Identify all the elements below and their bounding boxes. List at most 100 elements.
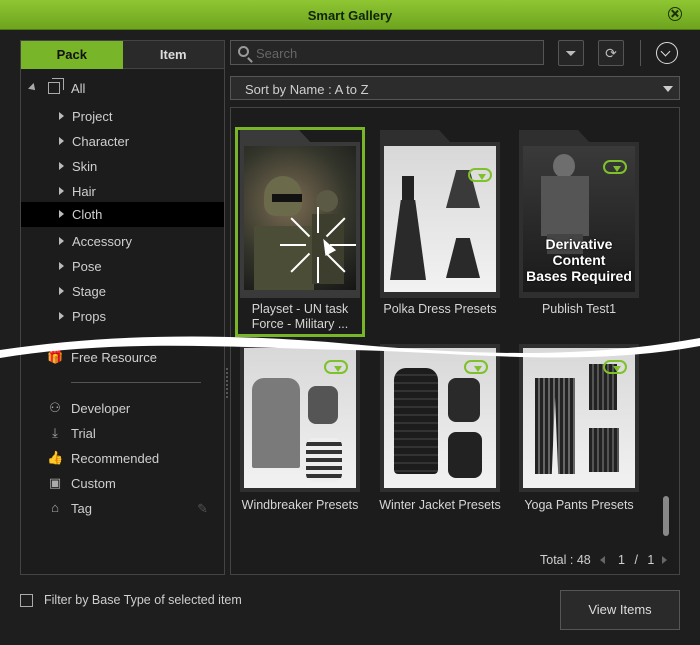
tree-item-character[interactable]: Character <box>21 129 224 154</box>
tree-item-label: Skin <box>72 159 98 174</box>
tree-item-label: Character <box>72 134 130 149</box>
sidebar-item-trial[interactable]: ⤓ Trial <box>21 423 224 445</box>
thumbnail-image <box>244 348 356 488</box>
page-total: 1 <box>647 553 655 567</box>
sidebar-item-label: Trial <box>71 426 96 441</box>
close-icon[interactable] <box>668 7 682 21</box>
tree-item-project[interactable]: Project <box>21 104 224 129</box>
edit-pencil-icon[interactable]: ✎ <box>197 501 208 517</box>
gallery-item-caption: Windbreaker Presets <box>234 498 366 513</box>
thumbnail-image <box>384 146 496 292</box>
gallery-item-caption: Polka Dress Presets <box>374 302 506 317</box>
sidebar-item-label: Tag <box>71 501 92 516</box>
toolbar-separator <box>640 40 641 66</box>
sidebar-item-label: Custom <box>71 476 116 491</box>
tree-item-label: Project <box>72 109 113 124</box>
filter-icon: ⏷ <box>565 45 577 61</box>
caption-line: Yoga Pants Presets <box>524 498 634 512</box>
tree-root-all[interactable]: All <box>21 78 224 99</box>
thumbnail-image <box>523 348 635 488</box>
sidebar-item-tag[interactable]: ⌂ Tag ✎ <box>21 498 224 520</box>
view-items-button[interactable]: View Items <box>560 590 680 630</box>
tree-item-stage[interactable]: Stage <box>21 279 224 304</box>
caption-line: Polka Dress Presets <box>383 302 497 316</box>
gallery-item-caption: Winter Jacket Presets <box>374 498 506 513</box>
tag-icon: ⌂ <box>51 500 59 515</box>
search-field[interactable]: Search <box>230 40 544 65</box>
category-panel: Pack Item All Project Character Skin Hai… <box>20 40 225 575</box>
tree-item-props[interactable]: Props <box>21 304 224 329</box>
tree-item-cloth[interactable]: Cloth <box>21 202 224 227</box>
tree-item-accessory[interactable]: Accessory <box>21 229 224 254</box>
expand-triangle-icon[interactable] <box>59 287 64 295</box>
gallery-scrollbar[interactable] <box>663 496 669 536</box>
filter-label: Filter by Base Type of selected item <box>44 593 242 607</box>
expand-triangle-icon[interactable] <box>59 112 64 120</box>
tree-root-label: All <box>71 81 86 96</box>
caption-line: Publish Test1 <box>541 302 617 316</box>
derivative-notice: Derivative Content Bases Required <box>523 236 635 284</box>
expand-triangle-icon[interactable] <box>59 187 64 195</box>
caption-line: Windbreaker Presets <box>241 498 359 512</box>
next-page-icon[interactable] <box>662 556 667 564</box>
filter-button[interactable]: ⏷ <box>558 40 584 66</box>
filter-checkbox[interactable] <box>20 594 33 607</box>
expand-triangle-icon[interactable] <box>59 237 64 245</box>
custom-icon: ▣ <box>48 475 62 490</box>
download-cloud-icon <box>324 360 348 374</box>
expand-triangle-icon[interactable] <box>59 312 64 320</box>
sort-label: Sort by Name : A to Z <box>245 82 369 97</box>
page-indicator: 1 / 1 <box>618 553 654 567</box>
page-current: 1 <box>618 553 625 567</box>
tree-item-hair[interactable]: Hair <box>21 179 224 204</box>
refresh-button[interactable]: ⟳ <box>598 40 624 66</box>
tree-item-label: Props <box>72 309 106 324</box>
sort-dropdown[interactable]: Sort by Name : A to Z <box>230 76 680 100</box>
expand-menu-icon[interactable] <box>656 42 678 64</box>
tree-item-label: Pose <box>72 259 102 274</box>
download-cloud-icon <box>603 360 627 374</box>
divider <box>71 382 201 383</box>
expand-triangle-icon[interactable] <box>59 162 64 170</box>
expand-triangle-icon[interactable] <box>59 137 64 145</box>
refresh-icon: ⟳ <box>605 45 617 61</box>
sidebar-item-label: Developer <box>71 401 131 416</box>
thumbnail-image <box>384 348 496 488</box>
all-items-icon <box>48 78 64 94</box>
tree-item-label: Hair <box>72 184 96 199</box>
gallery-item-caption: Yoga Pants Presets <box>513 498 645 513</box>
tree-item-label: Cloth <box>72 207 103 222</box>
tree-item-label: Accessory <box>72 234 132 249</box>
tab-pack[interactable]: Pack <box>21 41 123 69</box>
trial-icon: ⤓ <box>52 425 58 440</box>
sidebar-item-recommended[interactable]: 👍 Recommended <box>21 448 224 470</box>
gallery-item-caption: Publish Test1 <box>513 302 645 317</box>
title-bar: Smart Gallery <box>0 0 700 30</box>
sidebar-item-custom[interactable]: ▣ Custom <box>21 473 224 495</box>
search-icon <box>238 46 249 57</box>
tab-item[interactable]: Item <box>122 41 224 69</box>
download-cloud-icon <box>468 168 492 182</box>
search-placeholder: Search <box>256 46 298 61</box>
developer-icon: ⚇ <box>49 400 61 415</box>
download-cloud-icon <box>464 360 488 374</box>
page-separator: / <box>634 553 638 567</box>
tab-bar: Pack Item <box>21 41 224 69</box>
notice-line: Derivative Content <box>545 236 613 268</box>
tree-item-label: Stage <box>72 284 106 299</box>
sidebar-item-developer[interactable]: ⚇ Developer <box>21 398 224 420</box>
expand-arrow-icon[interactable] <box>28 83 38 93</box>
thumbnail-image: Derivative Content Bases Required <box>523 146 635 292</box>
expand-triangle-icon[interactable] <box>59 262 64 270</box>
window-title: Smart Gallery <box>307 8 393 23</box>
download-cloud-icon <box>603 160 627 174</box>
prev-page-icon[interactable] <box>600 556 605 564</box>
thumbs-up-icon: 👍 <box>47 450 64 465</box>
expand-triangle-icon[interactable] <box>59 210 64 218</box>
notice-line: Bases Required <box>526 268 632 284</box>
cut-wave-divider <box>0 336 700 358</box>
tree-item-skin[interactable]: Skin <box>21 154 224 179</box>
chevron-down-icon <box>663 86 673 92</box>
tree-item-pose[interactable]: Pose <box>21 254 224 279</box>
sidebar-item-label: Recommended <box>71 451 160 466</box>
